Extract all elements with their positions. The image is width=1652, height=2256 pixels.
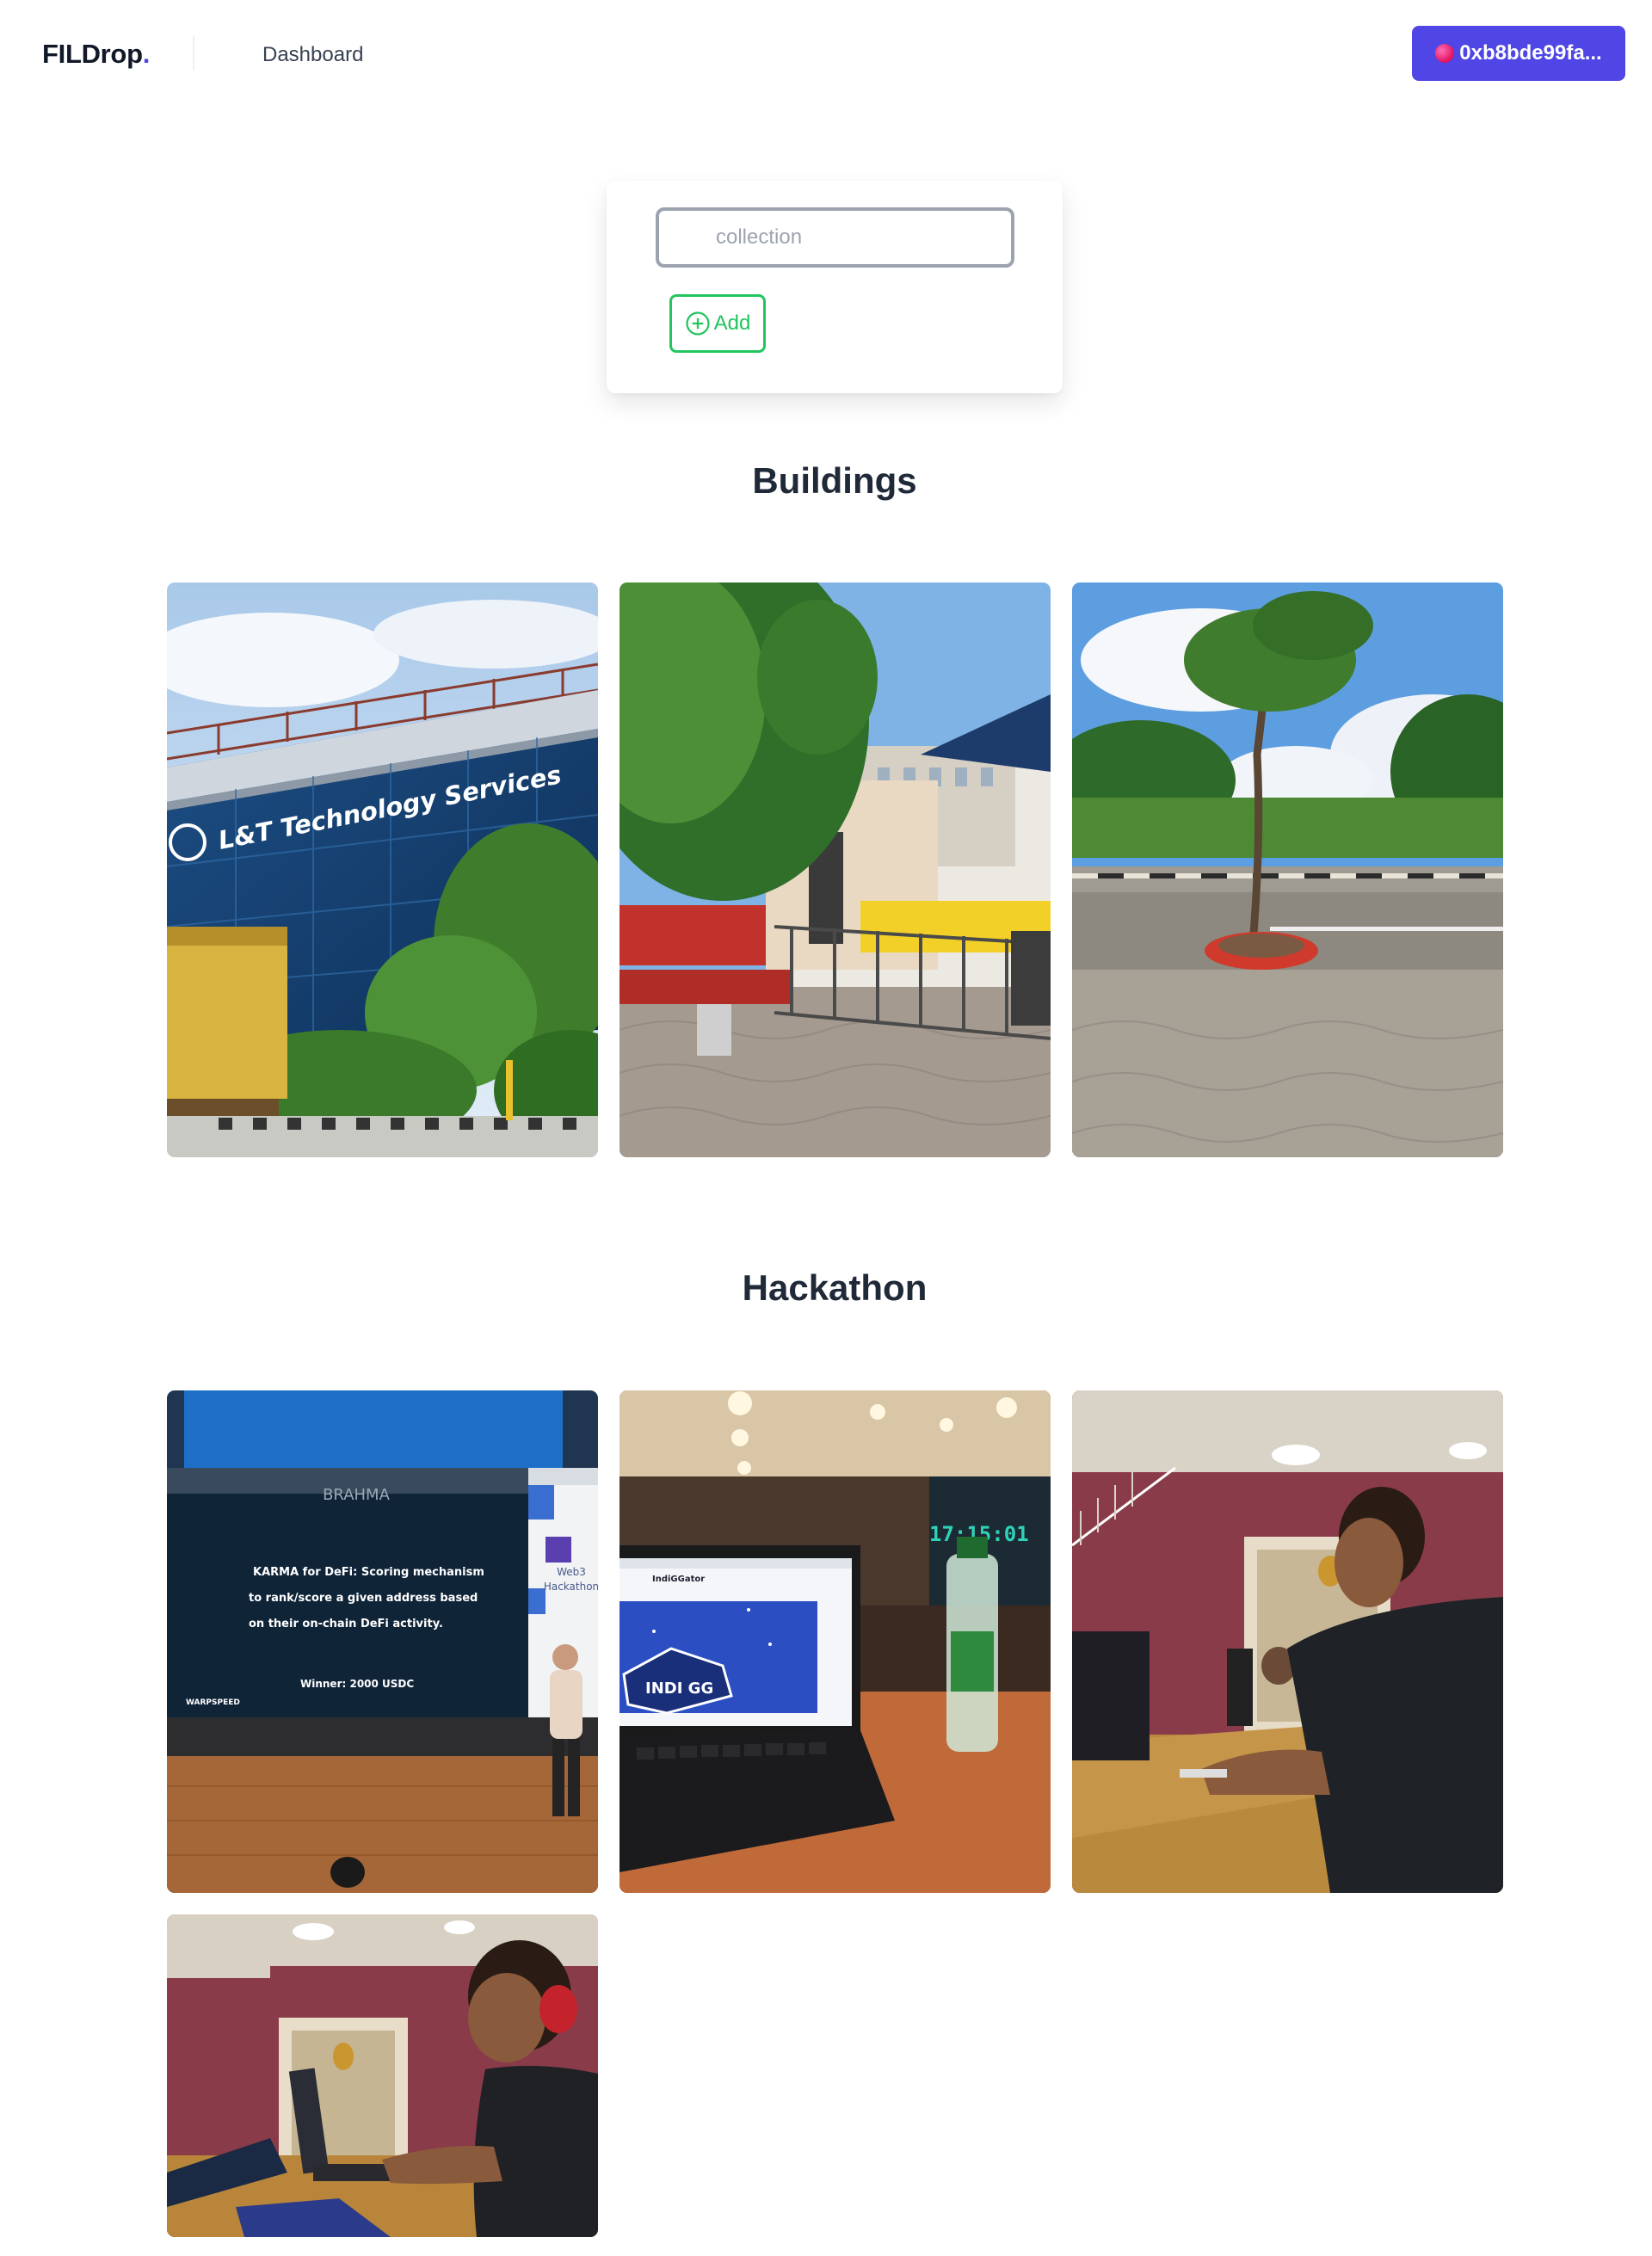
add-collection-card: Add xyxy=(607,181,1063,393)
photo-office-building[interactable]: L&T Technology Services xyxy=(167,582,598,1157)
photo-coder-headphones[interactable] xyxy=(167,1914,598,2237)
stage-brand-text: BRAHMA xyxy=(323,1486,391,1504)
plus-circle-icon xyxy=(686,311,710,336)
top-navbar: FILDrop. Dashboard 0xb8bde99fa... xyxy=(0,0,1652,110)
brand-logo[interactable]: FILDrop. xyxy=(42,39,150,70)
add-collection-button[interactable]: Add xyxy=(669,294,766,353)
game-logo-text: INDI GG xyxy=(645,1680,713,1698)
stage-prize-text: Winner: 2000 USDC xyxy=(300,1678,414,1690)
collection-grid-buildings: L&T Technology Services xyxy=(167,582,1503,1157)
stage-side-text1: Web3 xyxy=(557,1566,586,1578)
photo-laptop-game[interactable]: 17:15:01 IndiGGator INDI GG xyxy=(620,1390,1051,1893)
brand-name: FILDrop xyxy=(42,39,143,69)
collection-name-input[interactable] xyxy=(656,207,1014,268)
collection-grid-hackathon: BRAHMA KARMA for DeFi: Scoring mechanism… xyxy=(167,1390,1503,2237)
photo-stage-presentation[interactable]: BRAHMA KARMA for DeFi: Scoring mechanism… xyxy=(167,1390,598,1893)
nav-link-dashboard[interactable]: Dashboard xyxy=(262,43,363,67)
photo-coder-laptop[interactable] xyxy=(1072,1390,1503,1893)
photo-garden-bench[interactable] xyxy=(620,582,1051,1157)
stage-text-line1: KARMA for DeFi: Scoring mechanism xyxy=(253,1566,484,1579)
wallet-address: 0xb8bde99fa... xyxy=(1459,41,1602,65)
stage-logo-text: WARPSPEED xyxy=(186,1698,240,1707)
wallet-button[interactable]: 0xb8bde99fa... xyxy=(1412,26,1625,81)
app-title-text: IndiGGator xyxy=(652,1575,705,1584)
stage-text-line2: to rank/score a given address based xyxy=(249,1592,478,1605)
collection-title-hackathon: Hackathon xyxy=(742,1267,928,1308)
stage-side-text2: Hackathon xyxy=(544,1581,598,1593)
collection-title-buildings: Buildings xyxy=(752,460,917,501)
stage-text-line3: on their on-chain DeFi activity. xyxy=(249,1618,443,1630)
photo-tree-parking[interactable] xyxy=(1072,582,1503,1157)
add-button-label: Add xyxy=(713,311,751,335)
brand-dot: . xyxy=(142,39,151,69)
nav-divider xyxy=(193,36,194,71)
wallet-avatar-icon xyxy=(1435,44,1455,63)
